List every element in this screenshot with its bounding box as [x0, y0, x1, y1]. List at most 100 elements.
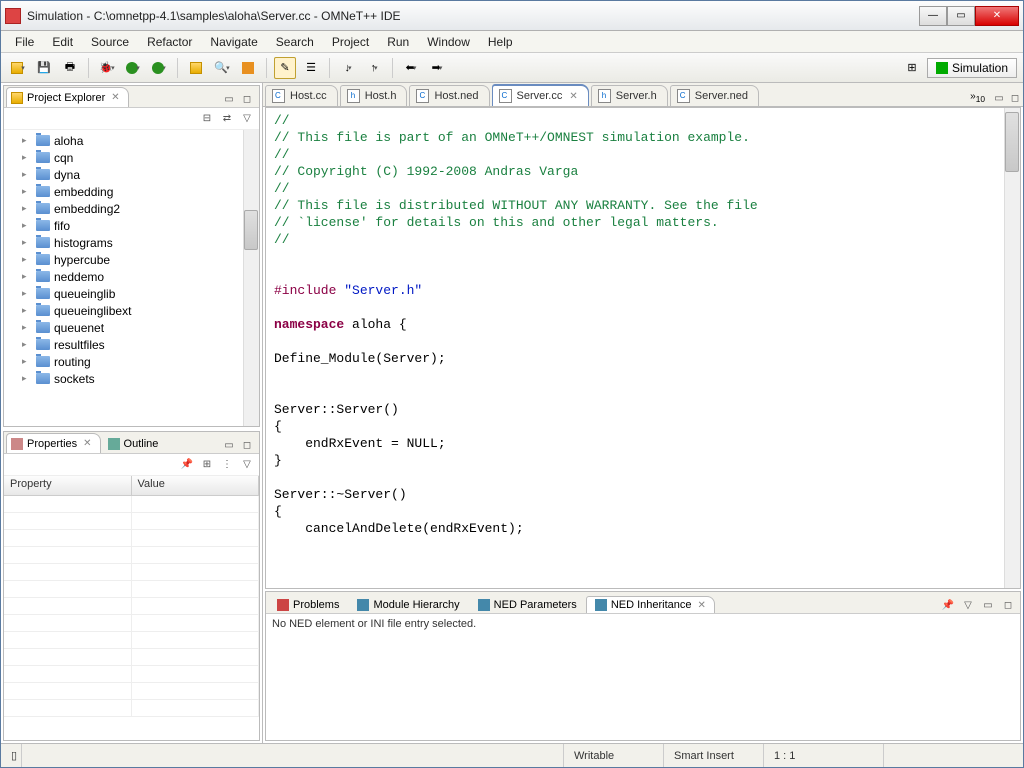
menu-project[interactable]: Project: [324, 33, 377, 51]
minimize-view-button[interactable]: ▭: [221, 437, 237, 453]
tree-item-dyna[interactable]: ▸dyna: [4, 166, 259, 183]
folder-icon: [36, 135, 50, 146]
main-area: Project Explorer ✕ ▭ ◻ ⊟ ⇄ ▽ ▸aloha▸cqn▸…: [1, 83, 1023, 743]
tree-item-queueinglib[interactable]: ▸queueinglib: [4, 285, 259, 302]
file-icon: [416, 89, 429, 103]
menu-refactor[interactable]: Refactor: [139, 33, 200, 51]
maximize-button[interactable]: ▭: [947, 6, 975, 26]
bottom-tab-ned-parameters[interactable]: NED Parameters: [469, 596, 586, 613]
file-icon: [499, 89, 512, 103]
tab-overflow-button[interactable]: »10: [964, 89, 991, 106]
folder-icon: [36, 169, 50, 180]
search-button[interactable]: 🔍▾: [211, 57, 233, 79]
tree-item-histograms[interactable]: ▸histograms: [4, 234, 259, 251]
tree-item-hypercube[interactable]: ▸hypercube: [4, 251, 259, 268]
menu-help[interactable]: Help: [480, 33, 521, 51]
open-type-button[interactable]: [185, 57, 207, 79]
project-explorer-tab[interactable]: Project Explorer ✕: [6, 87, 129, 107]
bottom-tab-module-hierarchy[interactable]: Module Hierarchy: [348, 596, 468, 613]
col-property[interactable]: Property: [4, 476, 132, 495]
menu-edit[interactable]: Edit: [44, 33, 81, 51]
open-perspective-button[interactable]: ⊞: [901, 57, 923, 79]
minimize-button[interactable]: —: [919, 6, 947, 26]
perspective-simulation[interactable]: Simulation: [927, 58, 1017, 78]
tab-label: Host.h: [365, 90, 397, 102]
close-icon[interactable]: ✕: [111, 92, 119, 103]
profile-button[interactable]: ▾: [148, 57, 170, 79]
properties-view: Properties ✕ Outline ▭ ◻ 📌 ⊞ ⋮: [3, 431, 260, 741]
menu-window[interactable]: Window: [419, 33, 478, 51]
tree-item-queuenet[interactable]: ▸queuenet: [4, 319, 259, 336]
menu-source[interactable]: Source: [83, 33, 137, 51]
filter-button[interactable]: ⋮: [219, 457, 235, 473]
code-line: // This file is distributed WITHOUT ANY …: [274, 198, 758, 213]
tree-item-queueinglibext[interactable]: ▸queueinglibext: [4, 302, 259, 319]
tree-item-fifo[interactable]: ▸fifo: [4, 217, 259, 234]
close-icon[interactable]: ✕: [569, 91, 577, 102]
prev-annotation-button[interactable]: ↑▾: [363, 57, 385, 79]
properties-tab[interactable]: Properties ✕: [6, 433, 101, 453]
menu-file[interactable]: File: [7, 33, 42, 51]
editor-tab-host-cc[interactable]: Host.cc: [265, 85, 338, 106]
open-task-button[interactable]: [237, 57, 259, 79]
categories-button[interactable]: ⊞: [199, 457, 215, 473]
code-line: #include: [274, 283, 344, 298]
scrollbar[interactable]: [243, 130, 259, 426]
editor-tab-server-ned[interactable]: Server.ned: [670, 85, 759, 106]
editor-tab-host-h[interactable]: Host.h: [340, 85, 408, 106]
tree-item-routing[interactable]: ▸routing: [4, 353, 259, 370]
debug-button[interactable]: 🐞▾: [96, 57, 118, 79]
bottom-tab-ned-inheritance[interactable]: NED Inheritance✕: [586, 596, 715, 613]
back-button[interactable]: ⬅▾: [400, 57, 422, 79]
maximize-view-button[interactable]: ◻: [239, 91, 255, 107]
fastview-icon[interactable]: ▯: [11, 749, 17, 762]
print-button[interactable]: 🖶: [59, 57, 81, 79]
minimize-view-button[interactable]: ▭: [221, 91, 237, 107]
close-icon[interactable]: ✕: [698, 600, 706, 611]
menu-run[interactable]: Run: [379, 33, 417, 51]
outline-tab[interactable]: Outline: [103, 433, 168, 453]
tree-item-cqn[interactable]: ▸cqn: [4, 149, 259, 166]
code-line: endRxEvent = NULL;: [274, 436, 446, 451]
save-button[interactable]: 💾: [33, 57, 55, 79]
close-icon[interactable]: ✕: [83, 438, 91, 449]
pin-button[interactable]: 📌: [940, 597, 956, 613]
view-menu-button[interactable]: ▽: [239, 457, 255, 473]
tree-item-aloha[interactable]: ▸aloha: [4, 132, 259, 149]
file-icon: [677, 89, 690, 103]
link-editor-button[interactable]: ⇄: [219, 111, 235, 127]
toggle-block-button[interactable]: ☰: [300, 57, 322, 79]
code-line: namespace: [274, 317, 344, 332]
view-menu-button[interactable]: ▽: [960, 597, 976, 613]
editor-tab-server-cc[interactable]: Server.cc✕: [492, 85, 589, 106]
collapse-all-button[interactable]: ⊟: [199, 111, 215, 127]
minimize-editor-button[interactable]: ▭: [991, 90, 1007, 106]
view-menu-button[interactable]: ▽: [239, 111, 255, 127]
close-button[interactable]: ✕: [975, 6, 1019, 26]
menu-search[interactable]: Search: [268, 33, 322, 51]
run-button[interactable]: ▾: [122, 57, 144, 79]
menu-navigate[interactable]: Navigate: [202, 33, 265, 51]
maximize-view-button[interactable]: ◻: [239, 437, 255, 453]
tree-item-resultfiles[interactable]: ▸resultfiles: [4, 336, 259, 353]
forward-button[interactable]: ➡▾: [426, 57, 448, 79]
col-value[interactable]: Value: [132, 476, 260, 495]
tree-item-embedding2[interactable]: ▸embedding2: [4, 200, 259, 217]
editor-tab-host-ned[interactable]: Host.ned: [409, 85, 489, 106]
nav-icon: [11, 92, 23, 104]
pin-button[interactable]: 📌: [179, 457, 195, 473]
maximize-editor-button[interactable]: ◻: [1007, 90, 1023, 106]
editor-tab-server-h[interactable]: Server.h: [591, 85, 668, 106]
editor-scrollbar[interactable]: [1004, 108, 1020, 588]
minimize-view-button[interactable]: ▭: [980, 597, 996, 613]
tree-item-neddemo[interactable]: ▸neddemo: [4, 268, 259, 285]
tree-item-embedding[interactable]: ▸embedding: [4, 183, 259, 200]
project-tree[interactable]: ▸aloha▸cqn▸dyna▸embedding▸embedding2▸fif…: [4, 130, 259, 426]
bottom-tab-problems[interactable]: Problems: [268, 596, 348, 613]
maximize-view-button[interactable]: ◻: [1000, 597, 1016, 613]
new-button[interactable]: ▾: [7, 57, 29, 79]
source-editor[interactable]: // // This file is part of an OMNeT++/OM…: [265, 107, 1021, 589]
next-annotation-button[interactable]: ↓▾: [337, 57, 359, 79]
toggle-mark-button[interactable]: ✎: [274, 57, 296, 79]
tree-item-sockets[interactable]: ▸sockets: [4, 370, 259, 387]
